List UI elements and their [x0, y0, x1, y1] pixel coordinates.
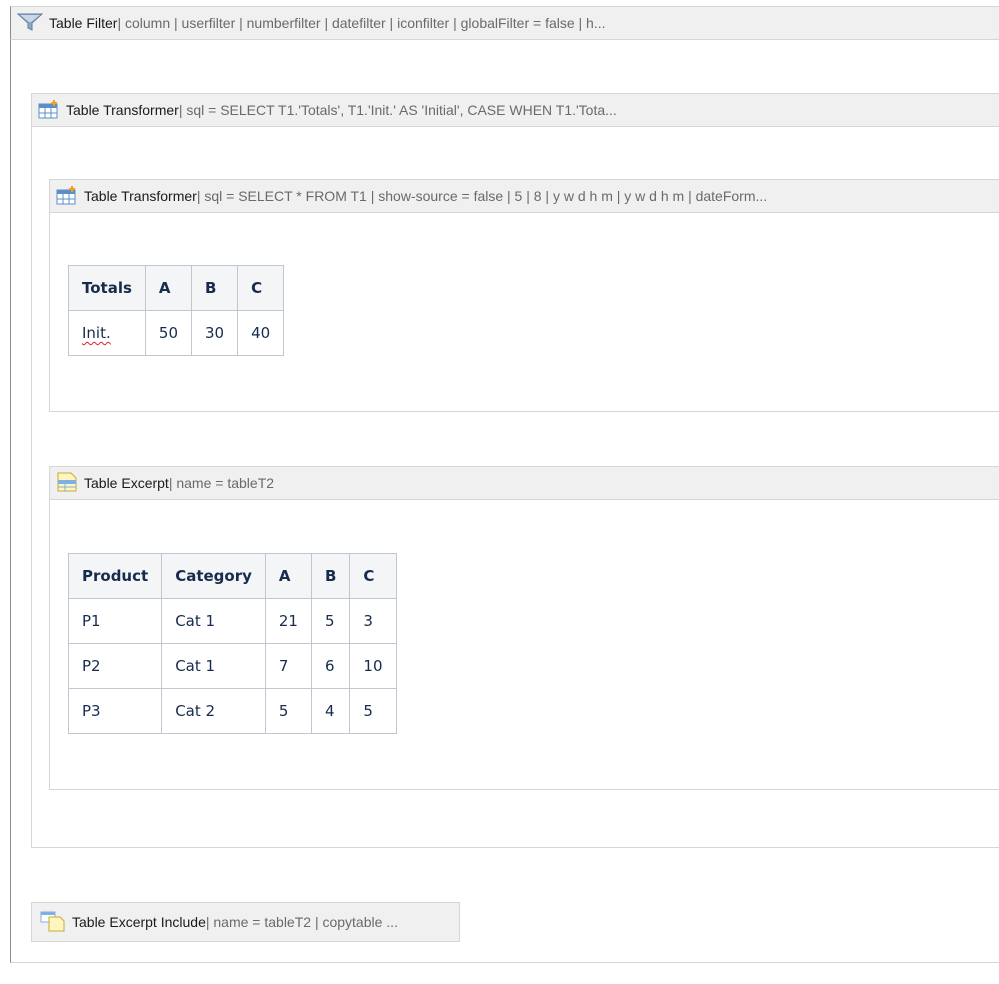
table-cell: 5 — [264, 688, 312, 734]
table-cell: 21 — [264, 598, 312, 644]
column-header: Category — [161, 553, 266, 599]
table-transformer-outer-params: | sql = SELECT T1.'Totals', T1.'Init.' A… — [178, 102, 617, 118]
column-header: C — [237, 265, 285, 311]
column-header: Product — [67, 553, 163, 599]
table-cell: Cat 1 — [161, 598, 266, 644]
table-cell: Cat 2 — [161, 688, 266, 734]
column-header: Totals — [68, 265, 146, 311]
misspelled-word[interactable]: Init. — [82, 324, 111, 342]
table-cell: 5 — [310, 598, 351, 644]
table-cell: 7 — [264, 643, 312, 689]
table-transformer-inner-header[interactable]: Table Transformer | sql = SELECT * FROM … — [49, 179, 999, 213]
table-transformer-inner-title: Table Transformer — [84, 188, 197, 204]
table-cell: Init. — [68, 310, 146, 356]
table-excerpt-include-icon — [40, 910, 66, 935]
totals-table: Totals A B C Init. 50 30 40 — [68, 265, 285, 356]
table-transformer-icon — [56, 185, 78, 208]
table-excerpt-header[interactable]: Table Excerpt | name = tableT2 — [49, 466, 999, 500]
table-row: P3 Cat 2 5 4 5 — [67, 688, 397, 734]
table-cell: P2 — [67, 643, 163, 689]
table-filter-params: | column | userfilter | numberfilter | d… — [117, 15, 606, 31]
table-cell: 40 — [237, 310, 285, 356]
table-transformer-inner-params: | sql = SELECT * FROM T1 | show-source =… — [196, 188, 768, 204]
table-cell: 4 — [310, 688, 351, 734]
table-cell: P1 — [67, 598, 163, 644]
table-excerpt-include-header[interactable]: Table Excerpt Include | name = tableT2 |… — [31, 902, 460, 942]
table-header-row: Product Category A B C — [67, 553, 397, 599]
column-header: B — [191, 265, 239, 311]
table-excerpt-title: Table Excerpt — [84, 475, 169, 491]
table-excerpt-icon — [56, 472, 78, 495]
table-header-row: Totals A B C — [68, 265, 285, 311]
funnel-icon — [16, 12, 44, 35]
column-header: A — [144, 265, 193, 311]
table-cell: P3 — [67, 688, 163, 734]
table-cell: Cat 1 — [161, 643, 266, 689]
table-cell: 3 — [349, 598, 397, 644]
table-filter-header[interactable]: Table Filter | column | userfilter | num… — [10, 6, 999, 40]
table-row: Init. 50 30 40 — [68, 310, 285, 356]
table-transformer-outer-header[interactable]: Table Transformer | sql = SELECT T1.'Tot… — [31, 93, 999, 127]
table-cell: 6 — [310, 643, 351, 689]
table-excerpt-include-title: Table Excerpt Include — [72, 914, 206, 930]
column-header: B — [310, 553, 351, 599]
products-table: Product Category A B C P1 Cat 1 21 5 3 P… — [67, 553, 397, 734]
table-excerpt-include-params: | name = tableT2 | copytable ... — [205, 914, 398, 930]
table-cell: 50 — [144, 310, 193, 356]
column-header: A — [264, 553, 312, 599]
column-header: C — [349, 553, 397, 599]
table-cell: 30 — [191, 310, 239, 356]
table-excerpt-params: | name = tableT2 — [168, 475, 275, 491]
table-row: P1 Cat 1 21 5 3 — [67, 598, 397, 644]
table-cell: 10 — [349, 643, 397, 689]
table-row: P2 Cat 1 7 6 10 — [67, 643, 397, 689]
table-cell: 5 — [349, 688, 397, 734]
table-filter-title: Table Filter — [49, 15, 118, 31]
table-transformer-outer-title: Table Transformer — [66, 102, 179, 118]
table-transformer-icon — [38, 99, 60, 122]
